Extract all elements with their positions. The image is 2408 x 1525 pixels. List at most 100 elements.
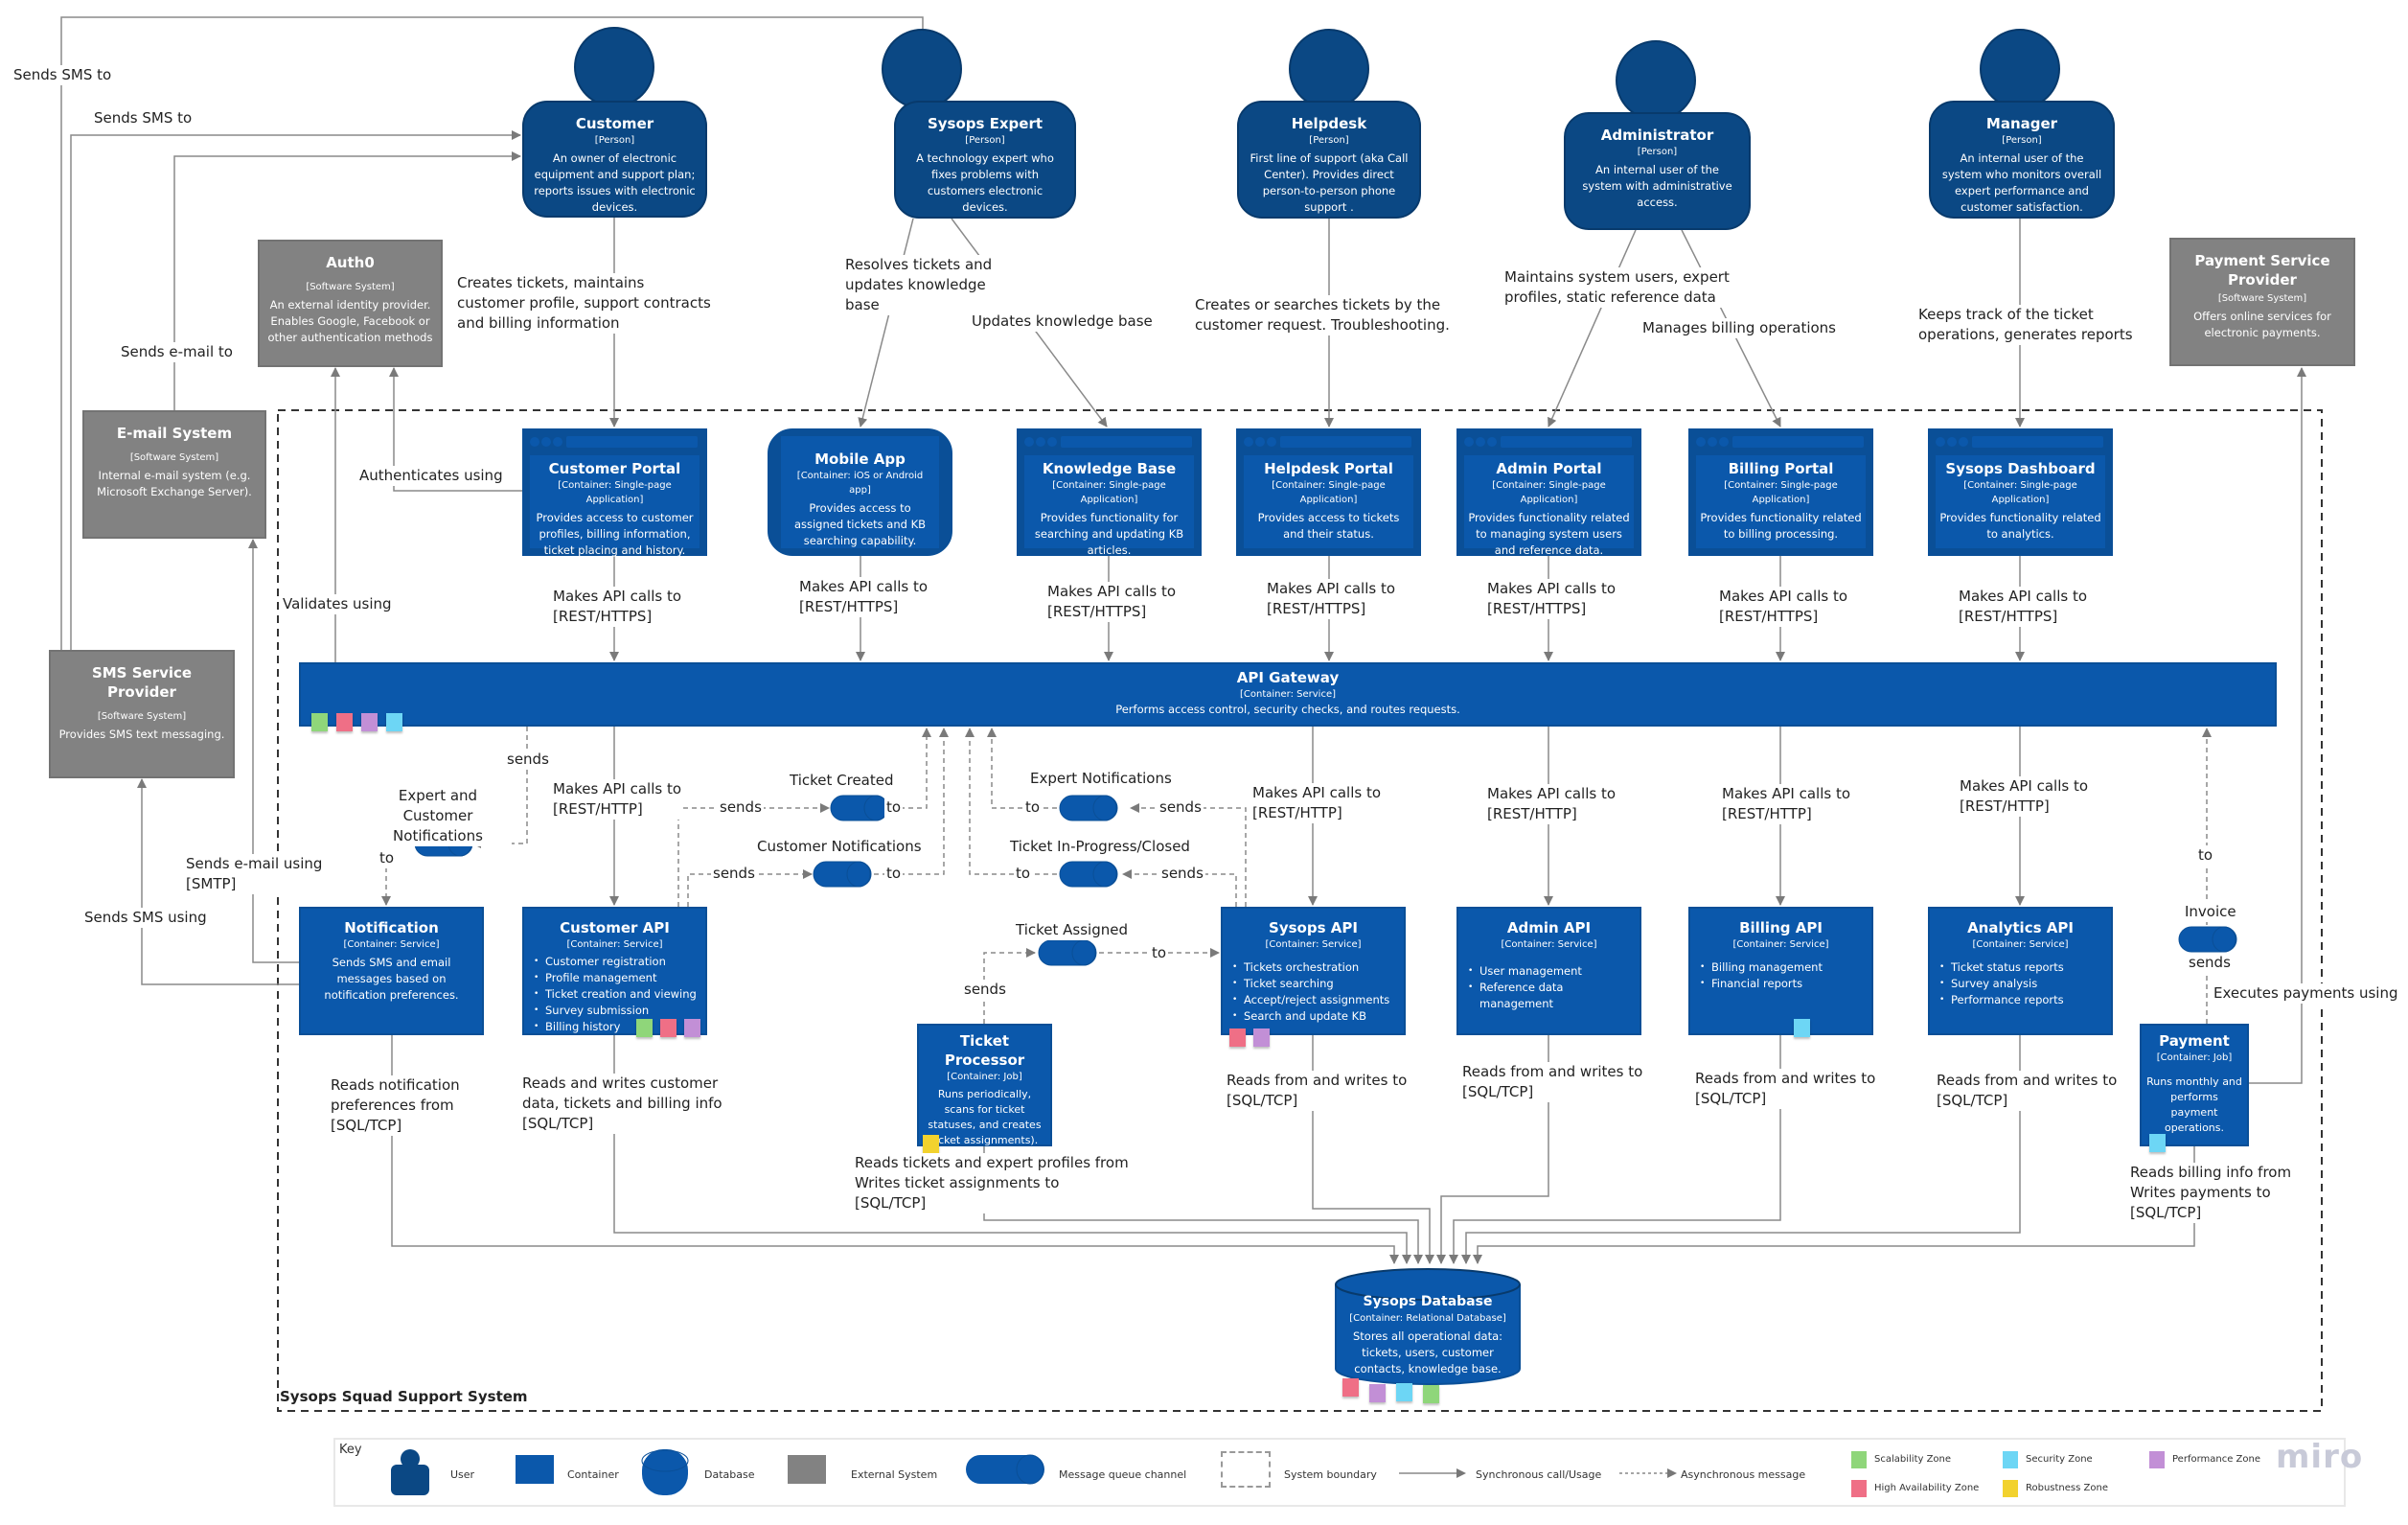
relation-label: Makes API calls to [REST/HTTPS] [797,577,930,617]
queue-customer-notifications[interactable] [813,861,872,888]
robustness-zone-tag [923,1135,939,1153]
legend-label: Asynchronous message [1681,1468,1806,1481]
legend-label: High Availability Zone [1874,1483,1980,1493]
container-api-gateway[interactable]: API Gateway [Container: Service] Perform… [299,662,2277,727]
container-ticket-processor[interactable]: Ticket Processor [Container: Job] Runs p… [917,1024,1052,1146]
relation-label: to [1150,943,1169,963]
container-billing-portal[interactable]: Billing Portal [Container: Single-page Ap… [1688,428,1873,556]
relation-label: to [884,864,904,884]
person-head-icon [882,29,962,109]
queue-ticket-created[interactable] [830,795,889,821]
security-zone-tag [1396,1383,1412,1401]
person-head-icon [1980,29,2060,109]
container-desc: Provides functionality related to managi… [1468,511,1630,557]
edge-capi-tc [677,803,830,907]
container-helpdesk-portal[interactable]: Helpdesk Portal [Container: Single-page A… [1236,428,1421,556]
queue-label: Expert Notifications [1028,769,1174,789]
security-zone-tag [386,713,402,731]
queue-label: Expert and Customer Notifications [364,786,512,846]
person-type: [Person] [594,135,635,146]
queue-label: Ticket Created [788,771,896,791]
container-name: Customer API [560,919,670,936]
relation-label: Sends SMS to [11,65,114,85]
browser-bar-icon [1458,430,1640,453]
edge-sapi-en [1130,803,1247,907]
system-type: [Software System] [306,282,395,292]
queue-ticket-in-progress-closed[interactable] [1059,861,1118,888]
database-legend-icon [641,1449,689,1495]
database-sysops[interactable]: Sysops Database [Container: Relational D… [1335,1263,1521,1388]
relation-label: to [1014,864,1033,884]
person-name: Helpdesk [1291,115,1367,132]
container-sysops-api[interactable]: Sysops API [Container: Service] Tickets … [1221,907,1406,1035]
system-desc: Offers online services for electronic pa… [2193,310,2331,339]
container-name: Customer Portal [548,460,681,477]
legend-label: Database [704,1468,755,1481]
container-sysops-dashboard[interactable]: Sysops Dashboard [Container: Single-page … [1928,428,2113,556]
container-type: [Container: Single-page Application] [1052,480,1166,505]
edge-sapi-db [1312,1034,1434,1264]
performance-zone-tag [1369,1384,1386,1402]
container-customer-portal[interactable]: Customer Portal [Container: Single-page A… [522,428,707,557]
queue-invoice[interactable] [2178,926,2237,953]
relation-label: Reads from and writes to [SQL/TCP] [1225,1071,1410,1111]
system-name: Payment Service Provider [2194,252,2330,289]
container-analytics-api[interactable]: Analytics API [Container: Service] Ticke… [1928,907,2113,1035]
container-admin-api[interactable]: Admin API [Container: Service] User mana… [1456,907,1641,1035]
container-type: [Container: Single-page Application] [1963,480,2077,505]
person-name: Sysops Expert [927,115,1043,132]
container-payment[interactable]: Payment [Container: Job] Runs monthly an… [2140,1024,2249,1146]
security-zone-tag [2149,1134,2166,1152]
container-desc: Provides access to customer profiles, bi… [536,511,694,557]
relation-label: to [1023,797,1043,818]
container-type: [Container: Service] [1972,939,2069,950]
person-type: [Person] [2002,135,2042,146]
feature-item: Survey submission [532,1003,698,1019]
container-customer-api[interactable]: Customer API [Container: Service] Custom… [522,907,707,1035]
security-zone-tag [1794,1019,1810,1037]
relation-label: Makes API calls to [REST/HTTPS] [1717,587,1850,627]
system-type: [Software System] [2217,293,2307,304]
external-auth0[interactable]: Auth0 [Software System] An external iden… [258,240,443,367]
container-knowledge-base[interactable]: Knowledge Base [Container: Single-page Ap… [1017,428,1202,557]
scalability-zone-tag [1423,1385,1439,1403]
queue-ticket-assigned[interactable] [1038,939,1097,966]
container-legend-icon [516,1455,554,1484]
container-admin-portal[interactable]: Admin Portal [Container: Single-page Appl… [1456,428,1641,557]
browser-bar-icon [1690,430,1871,453]
container-mobile-app[interactable]: Mobile App [Container: iOS or Android app… [768,428,952,556]
legend-label: Synchronous call/Usage [1476,1468,1602,1481]
relation-label: Sends SMS to [92,108,195,128]
container-billing-api[interactable]: Billing API [Container: Service] Billing… [1688,907,1873,1035]
system-name: E-mail System [116,425,233,442]
external-sms-provider[interactable]: SMS Service Provider [Software System] P… [49,650,235,778]
relation-label: sends [1159,864,1205,884]
container-name: Admin API [1506,919,1592,936]
relation-label: Validates using [281,594,394,614]
system-name: Auth0 [326,254,375,271]
feature-item: Billing management [1698,959,1864,976]
person-type: [Person] [965,135,1005,146]
person-desc: First line of support (aka Call Center).… [1250,151,1409,214]
external-payment-provider[interactable]: Payment Service Provider [Software Syste… [2169,238,2355,366]
container-name: Helpdesk Portal [1264,460,1393,477]
relation-label: Updates knowledge base [970,312,1155,332]
container-notification[interactable]: Notification [Container: Service] Sends … [299,907,484,1035]
legend-label: System boundary [1284,1468,1377,1481]
system-type: [Software System] [97,711,187,722]
queue-legend-icon [966,1454,1044,1485]
container-type: [Container: iOS or Android app] [796,471,924,496]
queue-label: Invoice [2183,902,2238,922]
queue-expert-notifications[interactable] [1059,795,1118,821]
external-email-system[interactable]: E-mail System [Software System] Internal… [82,410,266,539]
person-name: Customer [575,115,654,132]
relation-label: sends [711,864,757,884]
relation-label: sends [505,750,551,770]
relation-label: Makes API calls to [REST/HTTPS] [1265,579,1398,619]
edge-expert-mobile [858,218,914,427]
legend-label: Performance Zone [2172,1454,2261,1465]
relation-label: Reads tickets and expert profiles from Wr… [853,1153,1131,1213]
container-type: [Container: Single-page Application] [558,480,672,505]
container-desc: Sends SMS and email messages based on no… [324,956,459,1002]
relation-label: Makes API calls to [REST/HTTPS] [1485,579,1618,619]
